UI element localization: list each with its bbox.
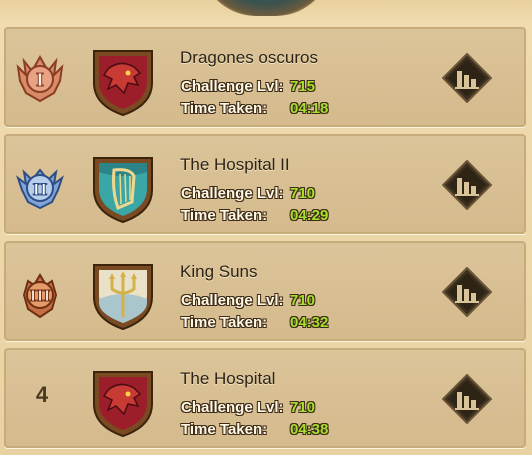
rank-3-bronze-icon: III — [16, 265, 64, 319]
challenge-label: Challenge Lvl: — [181, 399, 284, 416]
stats-chart-icon — [441, 159, 493, 211]
challenge-label: Challenge Lvl: — [181, 78, 284, 95]
rank-number: 4 — [35, 382, 49, 407]
challenge-value: 715 — [290, 78, 316, 95]
challenge-level: Challenge Lvl: 710 — [181, 185, 315, 202]
challenge-label: Challenge Lvl: — [181, 185, 284, 202]
leaderboard-row[interactable]: I Dragones oscuros Challenge Lvl: 715 Tim… — [4, 27, 526, 127]
stats-chart-icon — [441, 373, 493, 425]
white-trident-crest-icon — [90, 259, 156, 331]
challenge-level: Challenge Lvl: 710 — [181, 292, 315, 309]
team-name: The Hospital II — [180, 155, 290, 174]
team-name: The Hospital — [180, 369, 276, 388]
stats-chart-icon — [441, 52, 493, 104]
time-label: Time Taken: — [181, 100, 268, 117]
rank-2-silver-wings-icon: II — [16, 158, 64, 212]
stats-chart-button[interactable] — [441, 159, 493, 211]
challenge-value: 710 — [290, 399, 316, 416]
challenge-value: 710 — [290, 292, 316, 309]
teal-harp-crest-icon — [90, 152, 156, 224]
time-value: 04:32 — [290, 314, 329, 331]
time-value: 04:18 — [290, 100, 329, 117]
challenge-level: Challenge Lvl: 715 — [181, 78, 315, 95]
stats-chart-button[interactable] — [441, 52, 493, 104]
challenge-value: 710 — [290, 185, 316, 202]
team-name: Dragones oscuros — [180, 48, 318, 67]
leaderboard-row[interactable]: III King Suns Challenge Lvl: 710 Time Tak… — [4, 241, 526, 341]
stats-chart-icon — [441, 266, 493, 318]
team-name: King Suns — [180, 262, 258, 281]
time-taken: Time Taken: 04:29 — [181, 207, 328, 224]
time-taken: Time Taken: 04:32 — [181, 314, 328, 331]
stats-chart-button[interactable] — [441, 266, 493, 318]
leaderboard-row[interactable]: II The Hospital II Challenge Lvl: 710 Tim… — [4, 134, 526, 234]
svg-text:I: I — [36, 70, 44, 91]
time-value: 04:29 — [290, 207, 329, 224]
red-dragon-crest-icon — [90, 45, 156, 117]
challenge-level: Challenge Lvl: 710 — [181, 399, 315, 416]
time-label: Time Taken: — [181, 314, 268, 331]
svg-text:III: III — [29, 287, 50, 305]
time-taken: Time Taken: 04:38 — [181, 421, 328, 438]
time-value: 04:38 — [290, 421, 329, 438]
svg-text:II: II — [33, 180, 48, 199]
time-label: Time Taken: — [181, 421, 268, 438]
rank-1-bronze-wings-icon: I — [16, 51, 64, 105]
leaderboard-row[interactable]: 4 The Hospital Challenge Lvl: 710 Time Ta… — [4, 348, 526, 448]
challenge-label: Challenge Lvl: — [181, 292, 284, 309]
red-dragon-crest-icon — [90, 366, 156, 438]
time-label: Time Taken: — [181, 207, 268, 224]
time-taken: Time Taken: 04:18 — [181, 100, 328, 117]
stats-chart-button[interactable] — [441, 373, 493, 425]
